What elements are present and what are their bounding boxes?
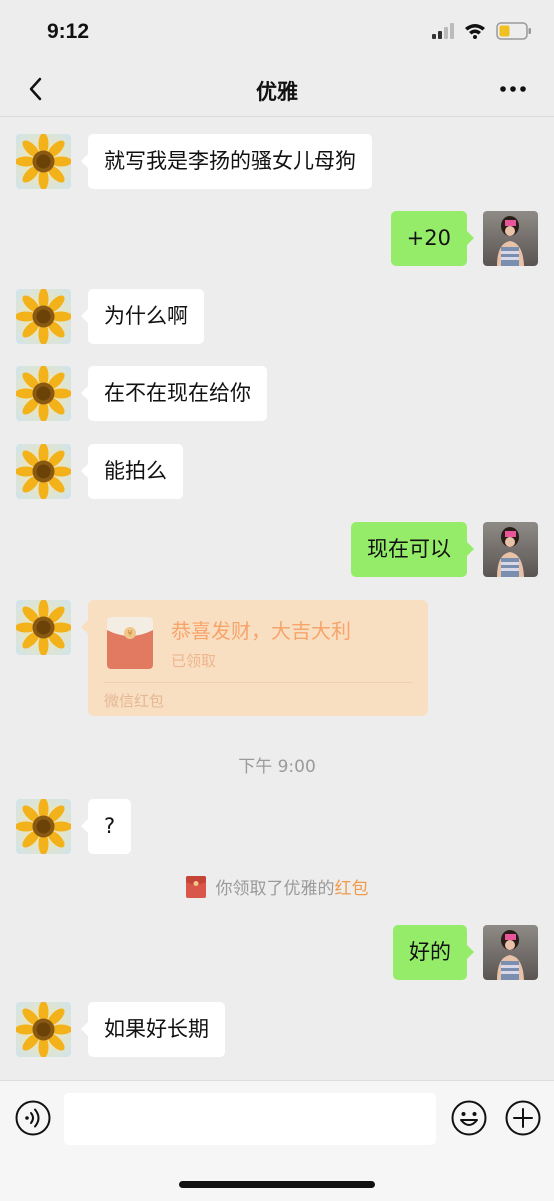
status-bar: 9:12: [0, 0, 554, 64]
contact-avatar[interactable]: [16, 134, 71, 189]
sent-message[interactable]: +20: [390, 211, 475, 266]
signal-icon: [432, 23, 454, 39]
battery-icon: [496, 22, 531, 40]
received-message[interactable]: 如果好长期: [81, 1002, 225, 1057]
plus-icon[interactable]: [504, 1099, 542, 1137]
received-message[interactable]: 为什么啊: [81, 289, 204, 344]
red-packet-link[interactable]: 红包: [335, 879, 369, 899]
emoji-icon[interactable]: [450, 1099, 488, 1137]
contact-avatar[interactable]: [16, 600, 71, 655]
received-message[interactable]: 就写我是李扬的骚女儿母狗: [81, 134, 372, 189]
chat-title: 优雅: [256, 80, 298, 104]
status-time: 9:12: [47, 20, 90, 43]
voice-icon[interactable]: [14, 1099, 52, 1137]
chat-timestamp: 下午 9:00: [238, 757, 316, 777]
received-message[interactable]: 在不在现在给你: [81, 366, 267, 421]
status-icons: [432, 22, 532, 40]
svg-text:¥: ¥: [127, 629, 132, 638]
my-avatar[interactable]: [483, 211, 538, 266]
contact-avatar[interactable]: [16, 799, 71, 854]
received-message[interactable]: ?: [80, 799, 132, 854]
my-avatar[interactable]: [483, 925, 538, 980]
home-indicator: [179, 1181, 375, 1188]
received-message[interactable]: 能拍么: [81, 444, 183, 499]
wifi-icon: [465, 24, 485, 39]
system-message: 你领取了优雅的红包: [0, 874, 554, 899]
chat-header: 优雅: [0, 64, 554, 117]
red-packet-status: 已领取: [171, 652, 217, 670]
red-packet-divider: [104, 682, 412, 683]
red-packet-icon: ¥: [107, 617, 153, 669]
contact-avatar[interactable]: [16, 289, 71, 344]
system-message-text: 你领取了优雅的: [215, 879, 335, 899]
red-packet-mini-icon: [185, 876, 206, 898]
my-avatar[interactable]: [483, 522, 538, 577]
red-packet-title: 恭喜发财，大吉大利: [171, 619, 351, 643]
more-dots-icon[interactable]: [496, 76, 530, 102]
message-input[interactable]: [64, 1093, 436, 1145]
contact-avatar[interactable]: [16, 1002, 71, 1057]
contact-avatar[interactable]: [16, 444, 71, 499]
red-packet-footer: 微信红包: [104, 692, 165, 710]
red-packet-card[interactable]: ¥ 恭喜发财，大吉大利 已领取 微信红包: [81, 600, 428, 716]
sent-message[interactable]: 现在可以: [351, 522, 474, 577]
sent-message[interactable]: 好的: [393, 925, 474, 980]
contact-avatar[interactable]: [16, 366, 71, 421]
